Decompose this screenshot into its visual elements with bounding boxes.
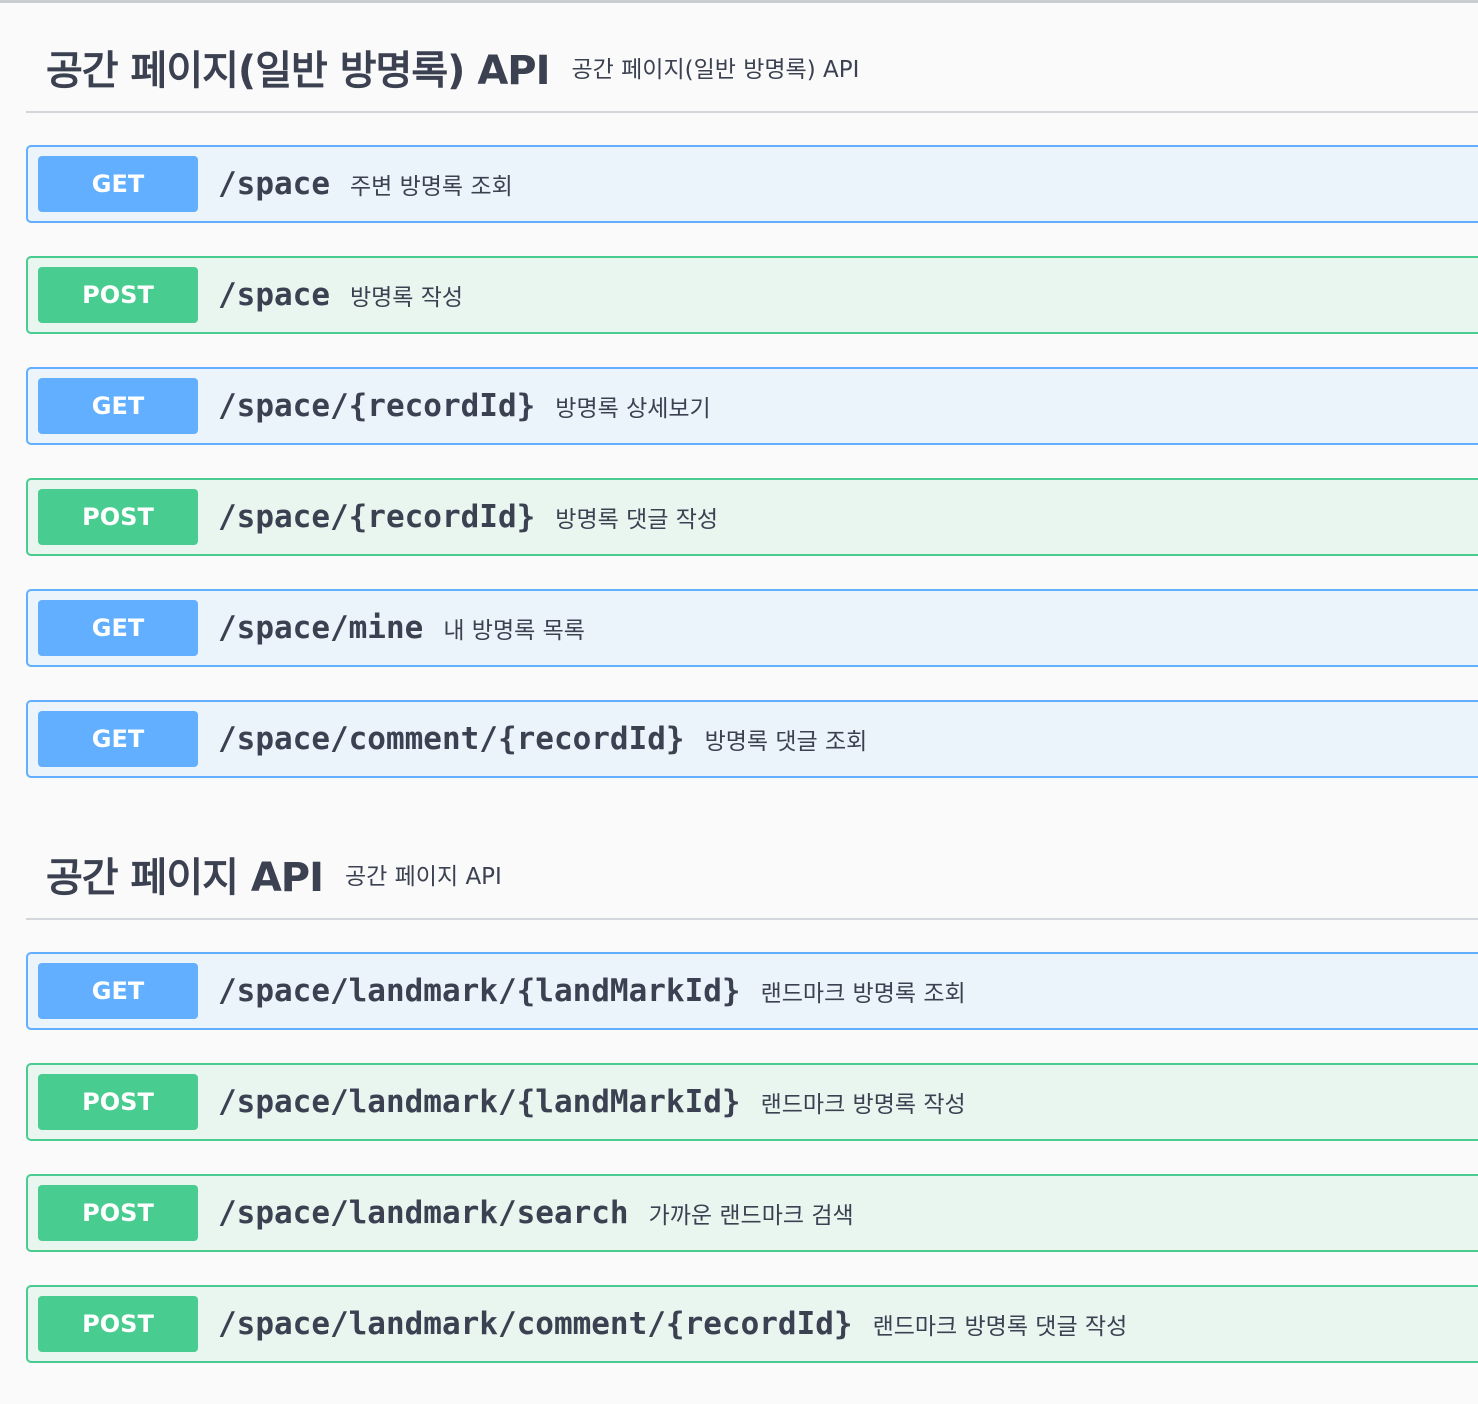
operation-path: /space [218, 166, 330, 202]
operation-path: /space [218, 277, 330, 313]
operation-path: /space/{recordId} [218, 499, 536, 535]
operation-path: /space/landmark/{landMarkId} [218, 973, 741, 1009]
operation-post-landmark-comment[interactable]: POST /space/landmark/comment/{recordId} … [26, 1285, 1478, 1363]
operation-get-space[interactable]: GET /space 주변 방명록 조회 [26, 145, 1478, 223]
operation-get-space-record[interactable]: GET /space/{recordId} 방명록 상세보기 [26, 367, 1478, 445]
operation-post-landmark-search[interactable]: POST /space/landmark/search 가까운 랜드마크 검색 [26, 1174, 1478, 1252]
method-badge: POST [38, 489, 198, 545]
section-description: 공간 페이지(일반 방명록) API [571, 57, 860, 83]
operation-summary: 랜드마크 방명록 댓글 작성 [872, 1314, 1128, 1340]
method-badge: GET [38, 378, 198, 434]
operation-post-landmark[interactable]: POST /space/landmark/{landMarkId} 랜드마크 방… [26, 1063, 1478, 1141]
operation-path: /space/landmark/{landMarkId} [218, 1084, 741, 1120]
method-badge: GET [38, 963, 198, 1019]
operation-summary: 내 방명록 목록 [443, 618, 585, 644]
method-badge: GET [38, 156, 198, 212]
operation-path: /space/landmark/comment/{recordId} [218, 1306, 853, 1342]
operation-path: /space/comment/{recordId} [218, 721, 685, 757]
operation-summary: 랜드마크 방명록 조회 [760, 981, 966, 1007]
operation-get-space-comment[interactable]: GET /space/comment/{recordId} 방명록 댓글 조회 [26, 700, 1478, 778]
operation-get-landmark[interactable]: GET /space/landmark/{landMarkId} 랜드마크 방명… [26, 952, 1478, 1030]
method-badge: GET [38, 711, 198, 767]
operation-path: /space/{recordId} [218, 388, 536, 424]
section-header-guestbook[interactable]: 공간 페이지(일반 방명록) API 공간 페이지(일반 방명록) API [26, 23, 1478, 113]
operation-path: /space/landmark/search [218, 1195, 629, 1231]
operation-summary: 가까운 랜드마크 검색 [648, 1203, 854, 1229]
operation-get-space-mine[interactable]: GET /space/mine 내 방명록 목록 [26, 589, 1478, 667]
operation-post-space[interactable]: POST /space 방명록 작성 [26, 256, 1478, 334]
operation-summary: 방명록 상세보기 [555, 396, 711, 422]
section-title: 공간 페이지 API [46, 855, 324, 901]
operation-summary: 방명록 댓글 작성 [555, 507, 719, 533]
method-badge: GET [38, 600, 198, 656]
section-title: 공간 페이지(일반 방명록) API [46, 48, 550, 94]
section-header-space[interactable]: 공간 페이지 API 공간 페이지 API [26, 830, 1478, 920]
operation-post-space-record[interactable]: POST /space/{recordId} 방명록 댓글 작성 [26, 478, 1478, 556]
method-badge: POST [38, 1296, 198, 1352]
section-description: 공간 페이지 API [345, 864, 502, 890]
operation-summary: 주변 방명록 조회 [349, 174, 513, 200]
operation-summary: 랜드마크 방명록 작성 [760, 1092, 966, 1118]
method-badge: POST [38, 267, 198, 323]
method-badge: POST [38, 1074, 198, 1130]
operation-summary: 방명록 댓글 조회 [704, 729, 868, 755]
operation-summary: 방명록 작성 [349, 285, 464, 311]
method-badge: POST [38, 1185, 198, 1241]
operation-path: /space/mine [218, 610, 424, 646]
